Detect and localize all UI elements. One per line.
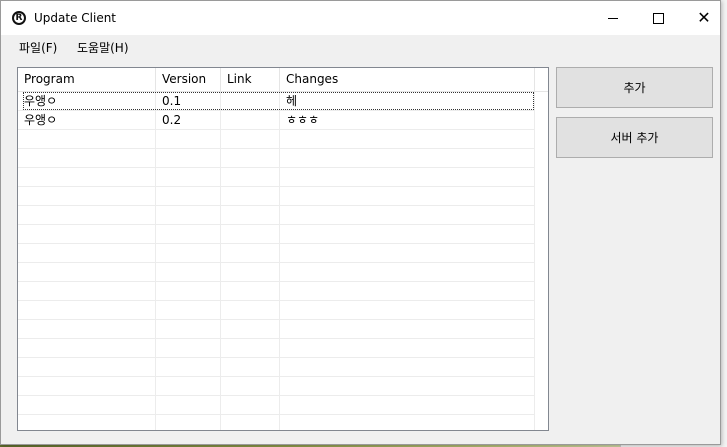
empty-row [18,130,535,149]
empty-row [18,244,535,263]
table-row[interactable]: 우앵ㅇ 0.2 ㅎㅎㅎ [18,111,535,130]
empty-row [18,282,535,301]
maximize-icon [652,12,664,24]
empty-row [18,358,535,377]
empty-row [18,168,535,187]
cell-program: 우앵ㅇ [24,94,58,108]
empty-row [18,320,535,339]
add-button[interactable]: 추가 [556,67,713,108]
window-title: Update Client [34,11,117,25]
minimize-button[interactable] [590,1,636,35]
cell-link [221,92,280,110]
program-list[interactable]: Program Version Link Changes 우앵ㅇ 0.1 헤 우앵ㅇ 0… [17,67,549,431]
cell-program: 우앵ㅇ [24,113,58,127]
empty-row [18,396,535,415]
main-window: R Update Client ✕ 파일(F) 도움말(H) Program V… [0,0,721,445]
list-body: 우앵ㅇ 0.1 헤 우앵ㅇ 0.2 ㅎㅎㅎ [18,92,548,430]
cell-version: 0.1 [162,94,182,108]
maximize-button[interactable] [635,1,681,35]
add-server-button[interactable]: 서버 추가 [556,117,713,158]
menu-file[interactable]: 파일(F) [17,39,59,56]
close-button[interactable]: ✕ [681,1,727,35]
empty-row [18,377,535,396]
menu-bar: 파일(F) 도움말(H) [1,35,720,59]
column-header-changes[interactable]: Changes [280,68,535,91]
list-header: Program Version Link Changes [18,68,548,92]
column-header-program[interactable]: Program [18,68,156,91]
table-row[interactable]: 우앵ㅇ 0.1 헤 [18,92,535,111]
empty-row [18,225,535,244]
empty-row [18,339,535,358]
column-header-version[interactable]: Version [156,68,221,91]
cell-version: 0.2 [162,113,182,127]
empty-row [18,263,535,282]
title-bar[interactable]: R Update Client ✕ [1,1,720,35]
close-icon: ✕ [697,8,711,27]
cell-changes: 헤 [286,94,298,108]
column-header-link[interactable]: Link [221,68,280,91]
cell-changes: ㅎㅎㅎ [286,113,320,127]
menu-help[interactable]: 도움말(H) [75,39,131,56]
empty-row [18,301,535,320]
empty-row [18,187,535,206]
client-area: Program Version Link Changes 우앵ㅇ 0.1 헤 우앵ㅇ 0… [1,59,720,444]
registered-r-icon: R [12,11,26,25]
cell-link [221,111,280,129]
minimize-icon [608,17,618,19]
empty-row [18,149,535,168]
empty-row [18,206,535,225]
